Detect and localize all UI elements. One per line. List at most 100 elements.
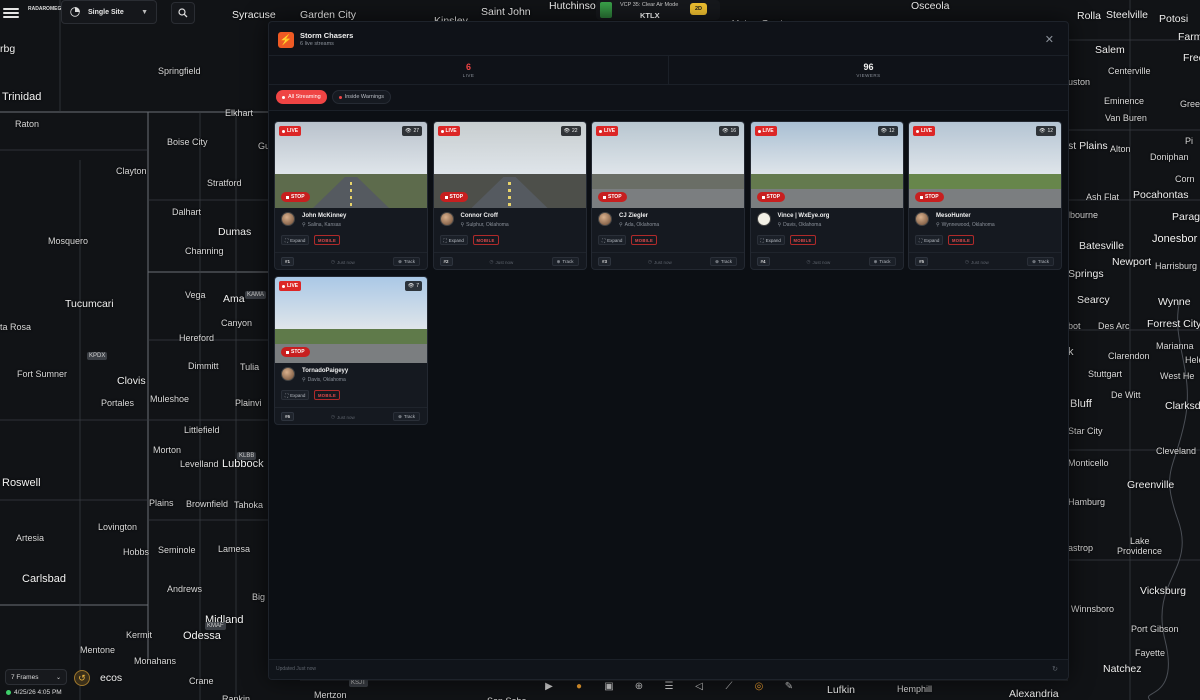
track-button[interactable]: ⊕ Track — [393, 257, 420, 266]
chaser-location: ⚲ Ada, Oklahoma — [619, 222, 659, 228]
city-label: Muleshoe — [150, 394, 190, 404]
stream-video-thumbnail[interactable]: LIVE 👁 16 STOP — [592, 122, 744, 208]
menu-icon[interactable] — [2, 4, 20, 22]
city-label: Plains — [149, 498, 174, 508]
stream-card[interactable]: LIVE 👁 22 STOP Connor Croff ⚲ Sulphur, Okl… — [432, 121, 587, 270]
updated-time: ◷ Just now — [331, 259, 355, 265]
city-label: Des Arc — [1098, 321, 1130, 331]
radar-site-marker[interactable]: KSJT — [349, 679, 368, 687]
live-count-stat: 6 LIVE — [269, 56, 668, 84]
modal-subtitle: 6 live streams — [300, 41, 334, 47]
crosshair-icon: ⊕ — [1032, 258, 1036, 264]
filter-dot-icon — [282, 95, 285, 99]
expand-icon: ⛶ — [919, 237, 923, 243]
location-pin-icon: ⚲ — [460, 222, 465, 228]
track-label: Track — [403, 259, 415, 264]
live-label: LIVE — [287, 283, 299, 289]
refresh-icon[interactable]: ↻ — [1052, 665, 1058, 673]
radar-sweep-icon — [70, 7, 80, 17]
timestamp-label: 4/25/26 4:05 PM — [14, 689, 62, 696]
city-label: Canyon — [221, 318, 253, 328]
filter-label: Inside Warnings — [344, 94, 384, 100]
track-button[interactable]: ⊕ Track — [710, 257, 737, 266]
clock-icon: ◷ — [489, 259, 494, 264]
card-divider — [592, 252, 744, 253]
expand-icon: ⛶ — [602, 237, 606, 243]
radar-site-marker[interactable]: KPDX — [87, 352, 108, 360]
updated-time: ◷ Just now — [648, 259, 672, 265]
expand-button[interactable]: ⛶ Expand — [281, 235, 310, 245]
updated-label: Just now — [495, 259, 514, 265]
stop-button[interactable]: STOP — [281, 347, 310, 357]
expand-button[interactable]: ⛶ Expand — [281, 390, 310, 400]
updated-label: Just now — [336, 259, 355, 265]
history-button[interactable]: ↺ — [74, 670, 90, 686]
stop-button[interactable]: STOP — [598, 192, 627, 202]
search-button[interactable] — [171, 2, 195, 24]
radar-site-chip[interactable]: VCP 35: Clear Air Mode KTLX 2D — [596, 0, 720, 20]
city-label: Parag — [1172, 211, 1200, 223]
live-badge: LIVE — [596, 126, 619, 136]
stream-card-body: MesoHunter ⚲ Wynnewood, Oklahoma ⛶ Expand … — [909, 208, 1061, 269]
location-label: Sulphur, Oklahoma — [466, 222, 509, 228]
viewer-count-badge: 👁 7 — [404, 281, 422, 291]
city-label: st Plains — [1068, 140, 1108, 152]
city-label: Plainvi — [235, 398, 262, 408]
expand-button[interactable]: ⛶ Expand — [598, 235, 627, 245]
stream-card[interactable]: LIVE 👁 27 STOP John McKinney ⚲ Salina, Kan… — [274, 121, 428, 270]
city-label: Clovis — [117, 375, 146, 387]
view-mode-toggle[interactable]: 2D — [690, 3, 708, 15]
close-icon[interactable]: ✕ — [1045, 33, 1054, 46]
radar-site-marker[interactable]: KMAF — [205, 622, 226, 630]
mobile-badge: MOBILE — [314, 390, 341, 400]
city-label: Monticello — [1068, 458, 1109, 468]
live-count-label: LIVE — [462, 73, 475, 78]
chevron-down-icon: ⌄ — [55, 674, 61, 681]
city-label: Centerville — [1108, 66, 1151, 76]
filter-inside-warnings[interactable]: Inside Warnings — [331, 90, 391, 104]
stop-button[interactable]: STOP — [915, 192, 944, 202]
eye-icon: 👁 — [407, 283, 415, 289]
site-mode-select[interactable]: Single Site ▼ — [61, 0, 157, 24]
city-label: Searcy — [1077, 294, 1110, 306]
city-label: Portales — [101, 398, 135, 408]
stream-video-thumbnail[interactable]: LIVE 👁 22 STOP — [433, 122, 586, 208]
stop-button[interactable]: STOP — [439, 192, 469, 202]
radar-site-marker[interactable]: KAMA — [245, 291, 267, 299]
stream-video-thumbnail[interactable]: LIVE 👁 27 STOP — [275, 122, 427, 208]
city-label: Hobbs — [123, 547, 150, 557]
city-label: Greenville — [1127, 479, 1175, 491]
crosshair-icon: ⊕ — [715, 258, 719, 264]
track-button[interactable]: ⊕ Track — [393, 412, 420, 421]
stop-button[interactable]: STOP — [281, 192, 310, 202]
frames-select[interactable]: 7 Frames ⌄ — [5, 669, 67, 685]
city-label: Van Buren — [1105, 113, 1147, 123]
stream-video-thumbnail[interactable]: LIVE 👁 12 STOP — [750, 122, 903, 208]
city-label: Providence — [1117, 546, 1163, 556]
city-label: Levelland — [180, 459, 219, 469]
track-button[interactable]: ⊕ Track — [1027, 257, 1054, 266]
expand-button[interactable]: ⛶ Expand — [439, 235, 468, 245]
track-button[interactable]: ⊕ Track — [551, 257, 579, 266]
live-label: LIVE — [921, 128, 933, 134]
stream-card[interactable]: LIVE 👁 16 STOP CJ Ziegler ⚲ Ada, Oklahoma … — [591, 121, 745, 270]
stream-card[interactable]: LIVE 👁 12 STOP MesoHunter ⚲ Wynnewood, Okl… — [908, 121, 1062, 270]
stop-button[interactable]: STOP — [756, 192, 786, 202]
lightning-icon: ⚡ — [278, 32, 294, 48]
location-pin-icon: ⚲ — [936, 222, 940, 228]
expand-label: Expand — [924, 237, 940, 243]
stream-video-thumbnail[interactable]: LIVE 👁 12 STOP — [909, 122, 1061, 208]
radar-site-marker[interactable]: KLBB — [237, 452, 257, 460]
filter-label: All Streaming — [288, 94, 321, 100]
expand-button[interactable]: ⛶ Expand — [756, 235, 785, 245]
stream-card-body: John McKinney ⚲ Salina, Kansas ⛶ Expand MO… — [275, 208, 427, 269]
filter-all-streaming[interactable]: All Streaming — [276, 90, 327, 104]
mobile-badge: MOBILE — [948, 235, 975, 245]
city-label: Harrisburg — [1155, 261, 1198, 271]
stream-video-thumbnail[interactable]: LIVE 👁 7 STOP — [275, 277, 427, 363]
track-button[interactable]: ⊕ Track — [868, 257, 896, 266]
stream-card[interactable]: LIVE 👁 12 STOP Vince | WxEye.org ⚲ Davis, … — [749, 121, 904, 270]
stream-card[interactable]: LIVE 👁 7 STOP TornadoPaigeyy ⚲ Davis, Okla… — [274, 276, 428, 425]
city-label: Roswell — [2, 477, 41, 489]
expand-button[interactable]: ⛶ Expand — [915, 235, 944, 245]
